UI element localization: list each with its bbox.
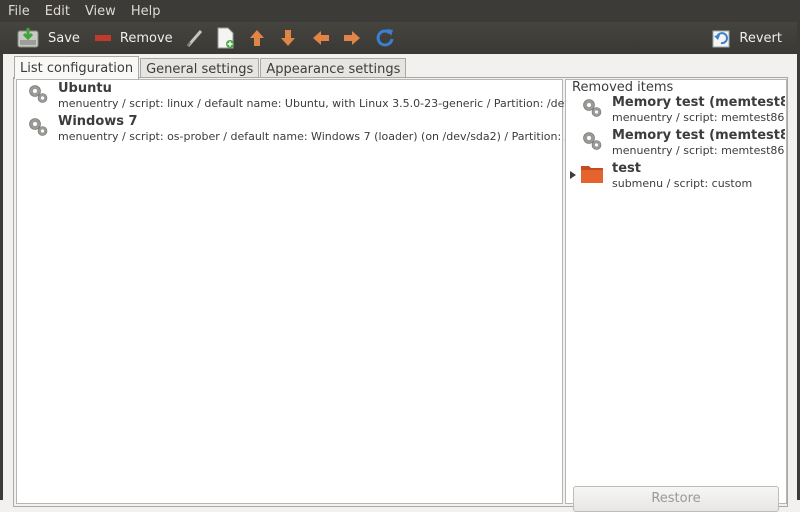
menu-edit[interactable]: Edit [37,4,77,19]
refresh-button[interactable] [375,22,395,54]
removed-item-subtitle: submenu / script: custom [612,177,753,190]
move-right-button[interactable] [342,22,362,54]
move-down-icon [278,27,298,49]
revert-label: Revert [739,30,782,46]
move-left-button[interactable] [311,22,331,54]
gears-icon [580,95,604,119]
move-right-icon [342,27,362,49]
removed-item-title: test [612,161,641,176]
move-left-icon [311,27,331,49]
removed-item-subtitle: menuentry / script: memtest86+… [612,144,785,157]
menu-help[interactable]: Help [123,4,168,19]
tab-bar: List configuration General settings Appe… [14,56,407,79]
edit-button[interactable] [185,22,205,54]
move-down-button[interactable] [278,22,298,54]
tab-appearance-settings[interactable]: Appearance settings [260,58,407,79]
remove-button[interactable]: Remove [94,22,173,54]
gears-icon [580,128,604,152]
menu-view[interactable]: View [77,4,123,19]
menu-bar: File Edit View Help [0,0,800,22]
refresh-icon [375,27,395,49]
list-item[interactable]: Ubuntu menuentry / script: linux / defau… [26,81,601,111]
remove-icon [94,27,112,49]
edit-icon [185,27,205,49]
restore-button[interactable]: Restore [573,486,779,512]
save-label: Save [48,30,80,46]
save-icon [16,27,40,49]
entry-title: Ubuntu [58,81,112,96]
removed-items-header: Removed items [572,80,674,95]
tab-label: List configuration [20,60,134,76]
gears-icon [26,81,50,105]
remove-label: Remove [119,30,173,46]
save-button[interactable]: Save [16,22,80,54]
new-entry-icon [215,27,235,49]
removed-item-title: Memory test (memtest8… [612,128,785,143]
expander-arrow-icon[interactable] [570,171,576,179]
revert-icon [711,27,731,49]
tab-general-settings[interactable]: General settings [140,58,260,79]
removed-item[interactable]: Memory test (memtest8… menuentry / scrip… [580,128,785,158]
new-entry-button[interactable] [215,22,235,54]
move-up-icon [247,27,267,49]
toolbar: Save Remove Revert [0,22,800,54]
tab-label: Appearance settings [266,61,401,77]
folder-icon [580,161,604,185]
removed-item-title: Memory test (memtest8… [612,95,785,110]
gears-icon [26,114,50,138]
entry-title: Windows 7 [58,114,138,129]
revert-button[interactable]: Revert [711,22,782,54]
move-up-button[interactable] [247,22,267,54]
removed-item[interactable]: Memory test (memtest8… menuentry / scrip… [580,95,785,125]
list-item[interactable]: Windows 7 menuentry / script: os-prober … [26,114,619,144]
tab-label: General settings [146,61,254,77]
window-edge-left [0,54,3,500]
removed-item[interactable]: test submenu / script: custom [580,161,785,191]
entry-subtitle: menuentry / script: os-prober / default … [58,130,619,143]
entry-subtitle: menuentry / script: linux / default name… [58,97,602,110]
menu-file[interactable]: File [0,4,37,19]
removed-item-subtitle: menuentry / script: memtest86+… [612,111,785,124]
tab-list-configuration[interactable]: List configuration [14,56,140,79]
